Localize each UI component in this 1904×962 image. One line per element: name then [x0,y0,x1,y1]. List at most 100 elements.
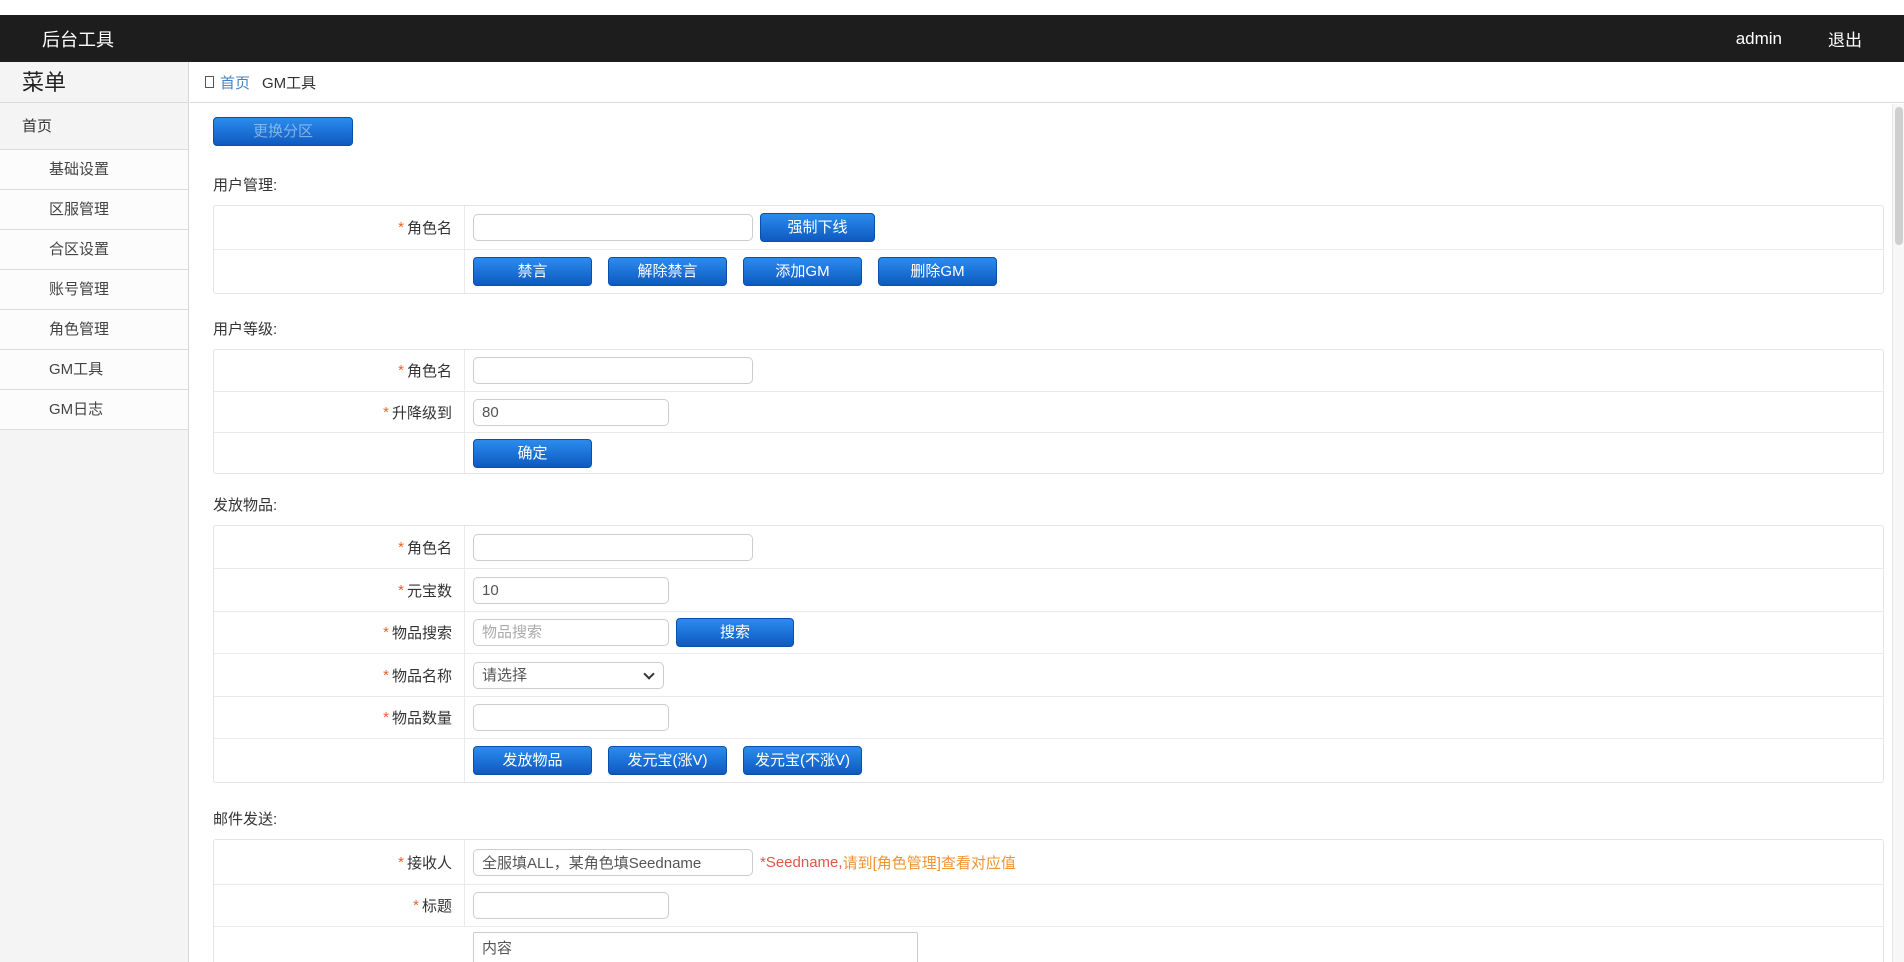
table-row: * 元宝数 [214,568,1883,611]
table-row: * 物品名称 请选择 [214,653,1883,696]
receiver-hint-orange: 请到[角色管理]查看对应值 [843,852,1016,873]
required-mark: * [383,624,389,641]
sidebar-header: 菜单 [0,62,188,103]
item-name-select[interactable]: 请选择 [473,662,664,689]
table-row: * 角色名 [214,526,1883,568]
unmute-button[interactable]: 解除禁言 [608,257,727,286]
table-cell [465,392,1883,432]
mail-content-textarea[interactable]: 内容 [473,932,918,962]
subject-input[interactable] [473,892,669,919]
section-title-user-manage: 用户管理: [213,174,277,195]
required-mark: * [383,667,389,684]
item-count-input[interactable] [473,704,669,731]
user-manage-table: * 角色名 强制下线 禁言 解除禁言 添加GM 删除GM [213,205,1884,294]
sidebar-item-account-manage[interactable]: 账号管理 [0,270,188,310]
give-yuanbao-vip-button[interactable]: 发元宝(涨V) [608,746,727,775]
table-row: * 角色名 强制下线 [214,206,1883,249]
table-cell: 内容 [465,927,1883,962]
yuanbao-count-input[interactable] [473,577,669,604]
mute-button[interactable]: 禁言 [473,257,592,286]
table-cell: 请选择 [465,654,1883,696]
level-role-name-input[interactable] [473,357,753,384]
table-cell [465,350,1883,391]
section-title-user-level: 用户等级: [213,318,277,339]
confirm-level-button[interactable]: 确定 [473,439,592,468]
table-cell: 强制下线 [465,206,1883,249]
empty-label-cell [214,250,465,293]
breadcrumb-icon [205,76,214,88]
item-search-label: * 物品搜索 [214,612,465,653]
receiver-input[interactable] [473,849,753,876]
change-partition-button[interactable]: 更换分区 [213,117,353,146]
required-mark: * [383,404,389,421]
sidebar-item-role-manage[interactable]: 角色管理 [0,310,188,350]
level-to-label: * 升降级到 [214,392,465,432]
user-level-table: * 角色名 * 升降级到 确定 [213,349,1884,474]
force-offline-button[interactable]: 强制下线 [760,213,875,242]
table-cell: 发放物品 发元宝(涨V) 发元宝(不涨V) [465,739,1883,782]
give-items-table: * 角色名 * 元宝数 * 物品搜索 搜索 * 物品名称 [213,525,1884,783]
table-cell [465,697,1883,738]
table-cell: 禁言 解除禁言 添加GM 删除GM [465,250,1883,293]
remove-gm-button[interactable]: 删除GM [878,257,997,286]
receiver-hint-red: *Seedname, [760,854,843,871]
table-row: 禁言 解除禁言 添加GM 删除GM [214,249,1883,293]
item-search-input[interactable] [473,619,669,646]
level-value-input[interactable] [473,399,669,426]
table-row: * 物品搜索 搜索 [214,611,1883,653]
required-mark: * [383,709,389,726]
empty-label-cell [214,433,465,473]
role-name-label: * 角色名 [214,526,465,568]
item-count-label: * 物品数量 [214,697,465,738]
required-mark: * [413,897,419,914]
table-row: 确定 [214,432,1883,473]
logout-link[interactable]: 退出 [1828,26,1862,51]
required-mark: * [398,539,404,556]
item-name-select-wrap: 请选择 [473,662,664,689]
mail-table: * 接收人 *Seedname, 请到[角色管理]查看对应值 * 标题 内容 [213,839,1884,962]
table-cell: 确定 [465,433,1883,473]
required-mark: * [398,219,404,236]
section-title-give-items: 发放物品: [213,494,277,515]
table-row: * 升降级到 [214,391,1883,432]
sidebar-item-merge-settings[interactable]: 合区设置 [0,230,188,270]
table-row: * 标题 [214,884,1883,926]
empty-label-cell [214,739,465,782]
give-yuanbao-novip-button[interactable]: 发元宝(不涨V) [743,746,862,775]
role-name-label: * 角色名 [214,206,465,249]
table-cell: *Seedname, 请到[角色管理]查看对应值 [465,840,1883,884]
required-mark: * [398,582,404,599]
add-gm-button[interactable]: 添加GM [743,257,862,286]
role-name-input[interactable] [473,214,753,241]
search-button[interactable]: 搜索 [676,618,794,647]
sidebar-item-gm-log[interactable]: GM日志 [0,390,188,430]
item-role-name-input[interactable] [473,534,753,561]
breadcrumb-home-link[interactable]: 首页 [220,72,250,93]
user-menu[interactable]: admin [1736,29,1782,49]
required-mark: * [398,362,404,379]
table-row: * 接收人 *Seedname, 请到[角色管理]查看对应值 [214,840,1883,884]
sidebar-item-gm-tools[interactable]: GM工具 [0,350,188,390]
sidebar-item-home[interactable]: 首页 [0,103,188,150]
breadcrumb: 首页 GM工具 [190,62,1904,103]
subject-label: * 标题 [214,885,465,926]
table-row: * 物品数量 [214,696,1883,738]
scrollbar-thumb[interactable] [1895,107,1903,245]
table-cell: 搜索 [465,612,1883,653]
sidebar-item-basic-settings[interactable]: 基础设置 [0,150,188,190]
yuanbao-count-label: * 元宝数 [214,569,465,611]
give-item-button[interactable]: 发放物品 [473,746,592,775]
sidebar: 菜单 首页 基础设置 区服管理 合区设置 账号管理 角色管理 GM工具 GM日志 [0,62,189,962]
vertical-scrollbar[interactable] [1892,104,1904,962]
top-bar: 后台工具 admin 退出 [0,15,1904,62]
table-cell [465,526,1883,568]
table-row: 发放物品 发元宝(涨V) 发元宝(不涨V) [214,738,1883,782]
role-name-label: * 角色名 [214,350,465,391]
receiver-label: * 接收人 [214,840,465,884]
sidebar-item-server-manage[interactable]: 区服管理 [0,190,188,230]
item-name-label: * 物品名称 [214,654,465,696]
app-title: 后台工具 [42,26,114,52]
table-row: 内容 [214,926,1883,962]
table-row: * 角色名 [214,350,1883,391]
section-title-mail: 邮件发送: [213,808,277,829]
